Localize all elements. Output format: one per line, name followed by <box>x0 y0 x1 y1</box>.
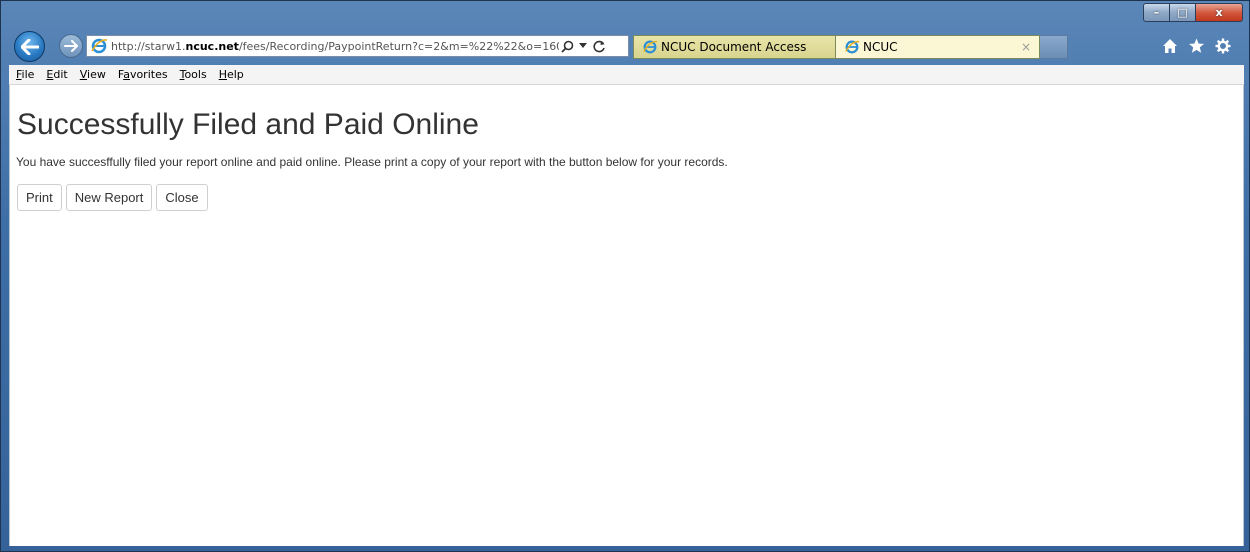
back-arrow-icon <box>20 38 39 55</box>
tab-ncuc[interactable]: NCUC × <box>835 35 1040 59</box>
ie-logo-icon <box>643 40 658 54</box>
window-controls: – □ x <box>1143 3 1243 22</box>
address-url[interactable]: http://starw1.ncuc.net/fees/Recording/Pa… <box>111 40 559 53</box>
tab-ncuc-document-access[interactable]: NCUC Document Access <box>633 35 835 59</box>
menu-view[interactable]: View <box>80 68 106 81</box>
settings-gear-icon[interactable] <box>1215 38 1231 58</box>
ie-logo-icon <box>91 38 108 54</box>
close-window-button[interactable]: x <box>1196 3 1243 22</box>
new-tab-button[interactable] <box>1040 35 1068 59</box>
menu-tools[interactable]: Tools <box>180 68 207 81</box>
home-icon[interactable] <box>1162 38 1178 58</box>
menu-favorites[interactable]: Favorites <box>118 68 168 81</box>
search-icon[interactable] <box>559 37 575 55</box>
page-content: Successfully Filed and Paid Online You h… <box>9 85 1244 546</box>
new-report-button[interactable]: New Report <box>65 184 153 211</box>
address-bar[interactable]: http://starw1.ncuc.net/fees/Recording/Pa… <box>86 35 629 57</box>
maximize-button[interactable]: □ <box>1170 3 1196 22</box>
refresh-icon[interactable] <box>591 37 607 55</box>
menu-bar: File Edit View Favorites Tools Help <box>9 65 1244 85</box>
menu-edit[interactable]: Edit <box>46 68 67 81</box>
back-button[interactable] <box>14 31 45 62</box>
favorites-star-icon[interactable] <box>1188 38 1205 58</box>
browser-toolbar: – □ x http://starw1.ncuc.net/fees/Record… <box>1 1 1249 65</box>
forward-arrow-icon <box>64 40 78 52</box>
ie-logo-icon <box>845 40 860 54</box>
tab-label: NCUC <box>863 40 898 54</box>
confirmation-message: You have succesffully filed your report … <box>16 155 728 169</box>
dropdown-arrow-icon[interactable] <box>575 37 591 55</box>
minimize-button[interactable]: – <box>1143 3 1170 22</box>
menu-file[interactable]: File <box>16 68 34 81</box>
page-title: Successfully Filed and Paid Online <box>17 108 479 141</box>
print-button[interactable]: Print <box>17 184 62 211</box>
menu-help[interactable]: Help <box>219 68 244 81</box>
browser-window: – □ x http://starw1.ncuc.net/fees/Record… <box>0 0 1250 552</box>
close-button[interactable]: Close <box>156 184 208 211</box>
close-tab-icon[interactable]: × <box>1021 40 1031 54</box>
action-buttons: Print New Report Close <box>17 184 208 211</box>
command-icons <box>1162 38 1231 58</box>
forward-button[interactable] <box>59 34 83 58</box>
tab-label: NCUC Document Access <box>661 40 807 54</box>
